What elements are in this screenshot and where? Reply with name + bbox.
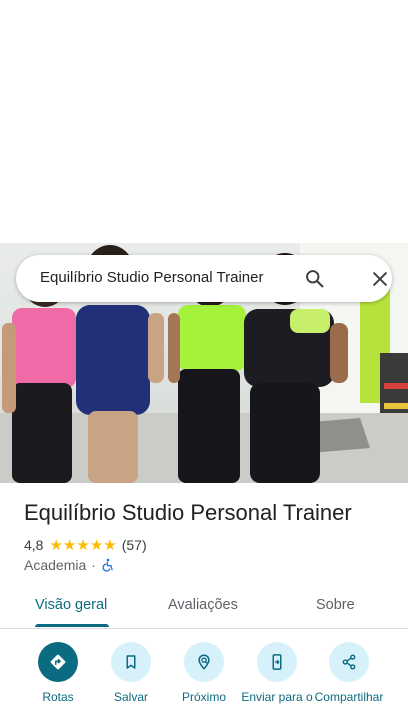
bookmark-icon bbox=[126, 655, 136, 669]
share-icon bbox=[342, 654, 356, 670]
map-blank-area bbox=[0, 0, 408, 243]
place-tabs: Visão geral Avaliações Sobre bbox=[0, 584, 408, 629]
directions-button-label: Rotas bbox=[42, 690, 74, 704]
search-bar[interactable]: Equilíbrio Studio Personal Trainer bbox=[16, 255, 392, 302]
send-to-phone-button-circle[interactable] bbox=[257, 642, 297, 682]
nearby-icon bbox=[198, 654, 210, 670]
search-input[interactable]: Equilíbrio Studio Personal Trainer bbox=[40, 269, 263, 286]
directions-icon bbox=[50, 654, 66, 670]
star-icon: ★ bbox=[62, 536, 77, 554]
separator-dot: · bbox=[91, 557, 96, 573]
save-button-label: Salvar bbox=[113, 690, 148, 704]
share-button-label: Compartilhar bbox=[314, 690, 384, 704]
close-icon[interactable] bbox=[370, 269, 390, 289]
search-icon[interactable] bbox=[304, 268, 325, 289]
place-title: Equilíbrio Studio Personal Trainer bbox=[24, 500, 352, 525]
star-icon: ★ bbox=[89, 536, 104, 554]
send-to-phone-icon bbox=[272, 654, 282, 670]
wheelchair-accessible-icon bbox=[102, 558, 113, 572]
save-button[interactable]: Salvar bbox=[91, 642, 171, 704]
share-button[interactable]: Compartilhar bbox=[309, 642, 389, 704]
star-rating: ★ ★ ★ ★ ★ bbox=[49, 538, 116, 553]
send-to-phone-button[interactable]: Enviar para o bbox=[237, 642, 317, 704]
star-icon: ★ bbox=[76, 536, 90, 554]
send-to-phone-button-label: Enviar para o bbox=[241, 690, 313, 704]
directions-button-circle[interactable] bbox=[38, 642, 78, 682]
nearby-button-circle[interactable] bbox=[184, 642, 224, 682]
category-row: Academia · bbox=[24, 556, 115, 574]
tab-reviews[interactable]: Avaliações bbox=[168, 597, 238, 613]
nearby-button[interactable]: Próximo bbox=[164, 642, 244, 704]
star-icon: ★ bbox=[49, 536, 63, 554]
share-button-circle[interactable] bbox=[329, 642, 369, 682]
active-tab-indicator bbox=[35, 624, 109, 627]
tab-overview[interactable]: Visão geral bbox=[35, 597, 107, 613]
directions-button[interactable]: Rotas bbox=[18, 642, 98, 704]
tab-about[interactable]: Sobre bbox=[316, 597, 355, 613]
rating-row[interactable]: 4,8 ★ ★ ★ ★ ★ (57) bbox=[24, 536, 147, 554]
star-icon: ★ bbox=[103, 536, 117, 554]
category-label: Academia bbox=[24, 557, 87, 573]
rating-value: 4,8 bbox=[24, 537, 44, 553]
save-button-circle[interactable] bbox=[111, 642, 151, 682]
review-count[interactable]: (57) bbox=[122, 537, 147, 553]
nearby-button-label: Próximo bbox=[181, 690, 226, 704]
